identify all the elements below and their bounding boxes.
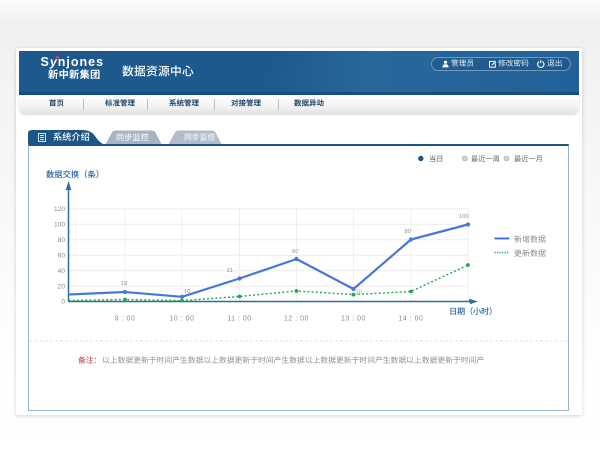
svg-text:10: 10	[184, 289, 190, 295]
svg-text:10 : 00: 10 : 00	[170, 316, 195, 323]
svg-text:13 : 00: 13 : 00	[341, 316, 366, 323]
svg-text:0: 0	[61, 299, 65, 306]
svg-text:60: 60	[292, 249, 298, 255]
svg-text:11 : 00: 11 : 00	[227, 316, 251, 323]
svg-text:100: 100	[459, 214, 469, 220]
svg-text:14 : 00: 14 : 00	[399, 316, 424, 323]
svg-text:20: 20	[58, 283, 66, 290]
svg-text:120: 120	[54, 206, 65, 213]
svg-text:10: 10	[356, 290, 362, 296]
svg-text:60: 60	[58, 252, 66, 259]
svg-text:100: 100	[54, 222, 65, 229]
svg-text:80: 80	[58, 237, 66, 244]
svg-text:12 : 00: 12 : 00	[284, 316, 309, 323]
svg-text:40: 40	[58, 268, 66, 275]
svg-text:18: 18	[121, 281, 127, 287]
svg-text:9 : 00: 9 : 00	[115, 316, 136, 323]
svg-text:80: 80	[405, 229, 411, 235]
svg-text:31: 31	[227, 268, 233, 274]
